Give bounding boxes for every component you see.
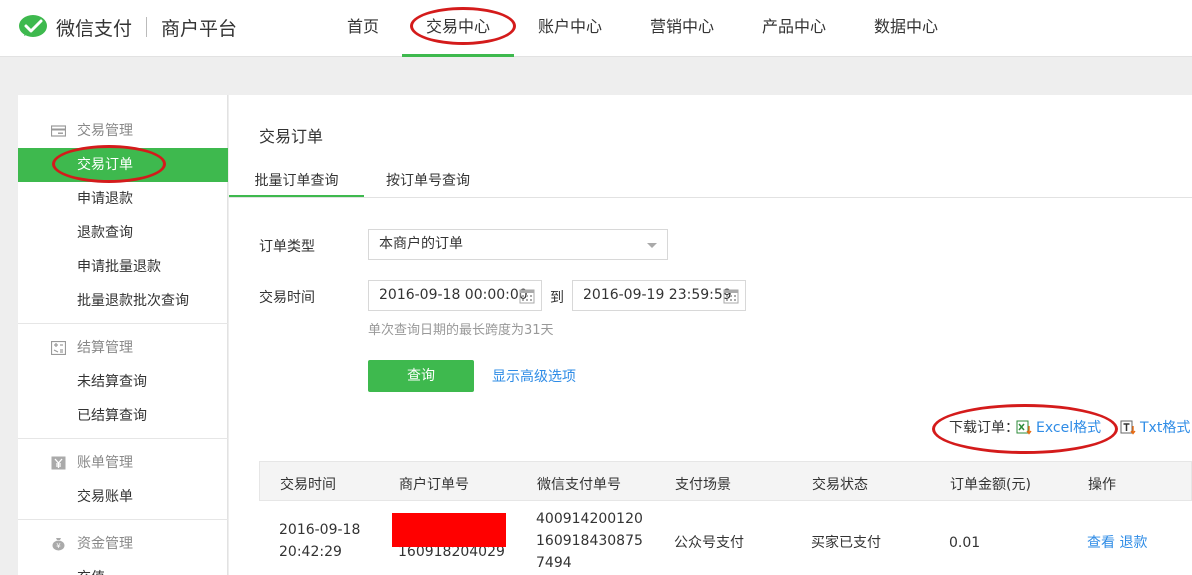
- excel-file-icon: [1016, 420, 1032, 435]
- column-header: 商户订单号: [399, 477, 469, 493]
- order-type-label: 订单类型: [259, 239, 315, 255]
- download-excel-label: Excel格式: [1036, 420, 1102, 436]
- sidebar-item-trade-orders[interactable]: 交易订单: [18, 148, 228, 182]
- tab-batch-query[interactable]: 批量订单查询: [229, 165, 364, 198]
- main-panel: 交易订单 批量订单查询 按订单号查询 订单类型 本商户的订单 交易时间 2016…: [229, 95, 1192, 575]
- end-time-value: 2016-09-19 23:59:59: [583, 287, 732, 303]
- cell-pay-scene: 公众号支付: [674, 535, 744, 551]
- download-excel-link[interactable]: Excel格式: [1016, 417, 1101, 437]
- nav-account-center[interactable]: 账户中心: [528, 0, 612, 57]
- sidebar-group-label: 交易管理: [77, 123, 133, 139]
- order-type-value: 本商户的订单: [379, 236, 463, 252]
- start-time-input[interactable]: 2016-09-18 00:00:00: [368, 280, 542, 311]
- query-button[interactable]: 查询: [368, 360, 474, 392]
- nav-trade-center[interactable]: 交易中心: [402, 0, 514, 57]
- cell-wechat-pay-no: 400914200120 160918430875 7494: [536, 508, 643, 574]
- svg-text:¥: ¥: [56, 542, 61, 550]
- sidebar-item-apply-refund[interactable]: 申请退款: [18, 182, 228, 216]
- orders-table-header: 交易时间 商户订单号 微信支付单号 支付场景 交易状态 订单金额(元) 操作: [259, 461, 1192, 501]
- cell-trade-time: 2016-09-18 20:42:29: [279, 519, 360, 563]
- download-orders-label: 下载订单：: [949, 420, 1019, 436]
- sidebar-item-batch-refund-query[interactable]: 批量退款批次查询: [18, 284, 228, 318]
- sidebar-group-settlement: 结算管理: [18, 331, 228, 365]
- wechat-pay-no-line: 7494: [536, 555, 572, 571]
- platform-name: 商户平台: [161, 17, 238, 40]
- logo-divider: [146, 17, 148, 37]
- nav-marketing-center[interactable]: 营销中心: [640, 0, 724, 57]
- sidebar-group-bills: 账单管理: [18, 446, 228, 480]
- sidebar-group-trade: 交易管理: [18, 114, 228, 148]
- sidebar: 交易管理 交易订单 申请退款 退款查询 申请批量退款 批量退款批次查询 结算管理…: [18, 95, 228, 575]
- wechat-pay-logo-icon: [19, 15, 47, 37]
- top-header: 微信支付 商户平台 首页 交易中心 账户中心 营销中心 产品中心 数据中心: [0, 0, 1192, 57]
- column-header: 订单金额(元): [950, 477, 1031, 493]
- sidebar-item-trade-bill[interactable]: 交易账单: [18, 480, 228, 514]
- sidebar-item-refund-query[interactable]: 退款查询: [18, 216, 228, 250]
- brand-name: 微信支付: [56, 17, 133, 40]
- sidebar-divider: [18, 438, 228, 439]
- money-bag-icon: ¥: [52, 538, 65, 551]
- nav-data-center[interactable]: 数据中心: [864, 0, 948, 57]
- wechat-pay-no-line: 160918430875: [536, 533, 643, 549]
- yen-icon: [51, 456, 66, 470]
- sidebar-group-label: 账单管理: [77, 455, 133, 471]
- card-icon: [51, 125, 66, 137]
- cell-trade-status: 买家已支付: [811, 535, 881, 551]
- calendar-icon[interactable]: [519, 288, 535, 304]
- column-header: 操作: [1088, 477, 1116, 493]
- sidebar-group-label: 结算管理: [77, 340, 133, 356]
- nav-product-center[interactable]: 产品中心: [752, 0, 836, 57]
- txt-file-icon: [1120, 420, 1136, 435]
- redaction-block: [392, 513, 506, 547]
- column-header: 支付场景: [675, 477, 731, 493]
- sidebar-item-batch-refund[interactable]: 申请批量退款: [18, 250, 228, 284]
- download-txt-link[interactable]: Txt格式: [1120, 417, 1190, 437]
- sidebar-group-label: 资金管理: [77, 536, 133, 552]
- sidebar-item-unsettled[interactable]: 未结算查询: [18, 365, 228, 399]
- sidebar-item-recharge[interactable]: 充值: [18, 561, 228, 575]
- trade-date: 2016-09-18: [279, 522, 361, 538]
- trade-time-label: 交易时间: [259, 290, 315, 306]
- start-time-value: 2016-09-18 00:00:00: [379, 287, 528, 303]
- sidebar-group-funds: ¥ 资金管理: [18, 527, 228, 561]
- to-label: 到: [550, 290, 564, 306]
- tab-order-number-query[interactable]: 按订单号查询: [372, 165, 484, 198]
- logo[interactable]: 微信支付 商户平台: [18, 12, 237, 42]
- wechat-pay-no-line: 400914200120: [536, 511, 643, 527]
- trade-clock: 20:42:29: [279, 544, 342, 560]
- calculator-icon: [51, 341, 66, 355]
- end-time-input[interactable]: 2016-09-19 23:59:59: [572, 280, 746, 311]
- cell-actions: 查看 退款: [1087, 532, 1147, 554]
- refund-order-link[interactable]: 退款: [1119, 535, 1147, 551]
- download-txt-label: Txt格式: [1140, 420, 1191, 436]
- view-order-link[interactable]: 查看: [1087, 535, 1115, 551]
- page-title: 交易订单: [259, 127, 324, 146]
- column-header: 交易状态: [812, 477, 868, 493]
- sidebar-divider: [18, 323, 228, 324]
- chevron-down-icon: [647, 243, 657, 248]
- tabs-divider: [229, 197, 1192, 198]
- calendar-icon[interactable]: [723, 288, 739, 304]
- column-header: 交易时间: [280, 477, 336, 493]
- sidebar-item-settled[interactable]: 已结算查询: [18, 399, 228, 433]
- show-advanced-link[interactable]: 显示高级选项: [492, 366, 576, 386]
- order-type-select[interactable]: 本商户的订单: [368, 229, 668, 260]
- nav-home[interactable]: 首页: [335, 0, 391, 57]
- date-range-hint: 单次查询日期的最长跨度为31天: [368, 323, 554, 338]
- sidebar-divider: [18, 519, 228, 520]
- cell-order-amount: 0.01: [949, 535, 981, 551]
- column-header: 微信支付单号: [537, 477, 621, 493]
